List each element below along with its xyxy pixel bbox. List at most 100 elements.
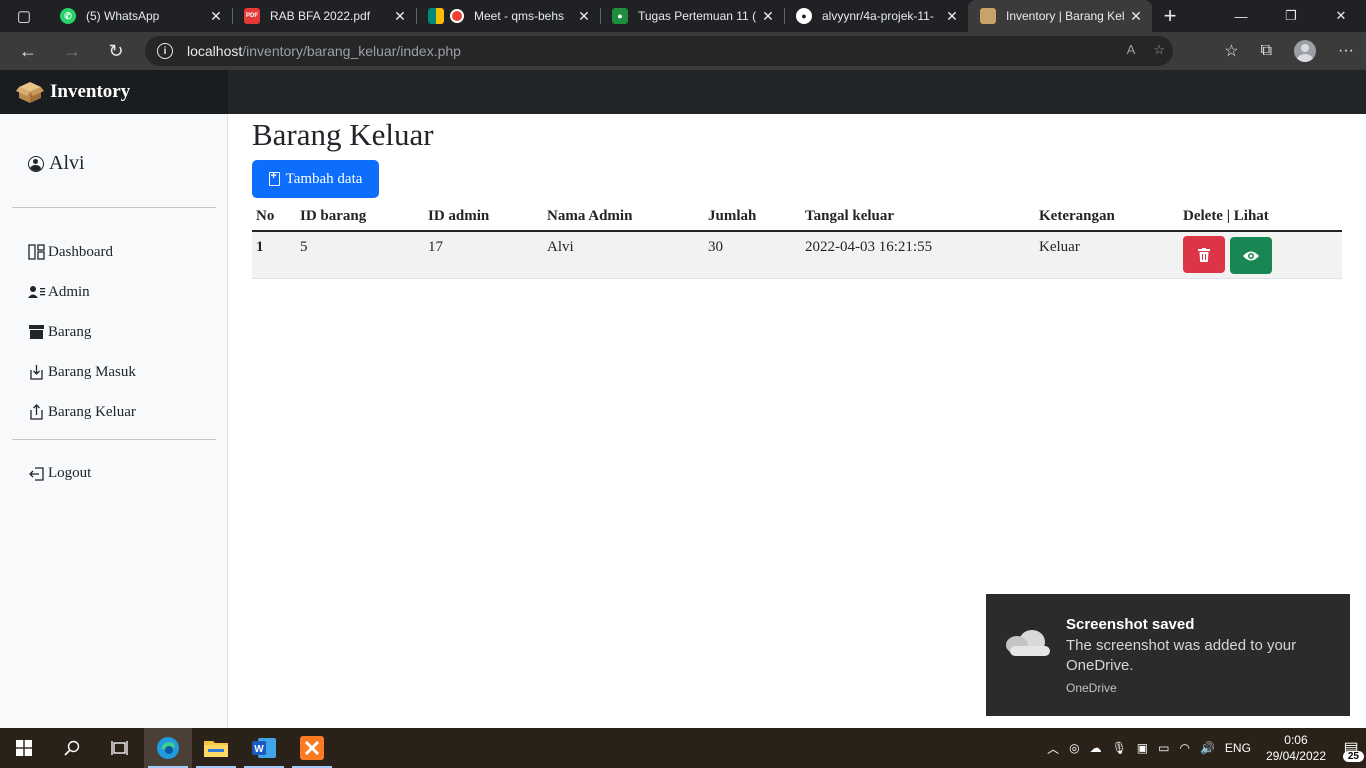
webcam-icon[interactable]: ◎ (1064, 741, 1084, 755)
notification-center-button[interactable]: ▤ 25 (1336, 728, 1366, 768)
task-view-icon (111, 741, 128, 755)
task-view-button[interactable] (96, 728, 144, 768)
barang-keluar-table: No ID barang ID admin Nama Admin Jumlah … (252, 202, 1342, 279)
taskbar-xampp[interactable] (288, 728, 336, 768)
pdf-icon: PDF (244, 8, 260, 24)
read-aloud-icon[interactable]: A (1127, 42, 1136, 58)
cell-actions (1179, 231, 1342, 279)
recording-icon (450, 9, 464, 23)
cell-keterangan: Keluar (1035, 231, 1179, 279)
forward-button[interactable]: → (50, 32, 94, 70)
column-header: Jumlah (704, 202, 801, 232)
clock-time: 0:06 (1284, 733, 1308, 747)
brand-name: Inventory (50, 81, 131, 102)
tab-title: Tugas Pertemuan 11 ( (638, 9, 757, 23)
more-menu-icon[interactable]: ··· (1338, 42, 1354, 60)
microphone-icon[interactable]: 🎙 (1107, 741, 1132, 755)
taskbar-edge[interactable] (144, 728, 192, 768)
column-header: Tangal keluar (801, 202, 1035, 232)
tab-title: RAB BFA 2022.pdf (270, 9, 371, 23)
cell-id-barang: 5 (296, 231, 424, 279)
refresh-button[interactable]: ↻ (94, 32, 138, 70)
dashboard-icon (28, 244, 45, 260)
tab-inventory[interactable]: Inventory | Barang Kel ✕ (968, 0, 1152, 32)
tab-meet[interactable]: Meet - qms-behs ✕ (416, 0, 600, 32)
add-favorite-icon[interactable]: ☆ (1153, 42, 1165, 58)
profile-avatar[interactable] (1294, 40, 1317, 62)
language-indicator[interactable]: ENG (1220, 741, 1256, 755)
start-button[interactable] (0, 728, 48, 768)
close-icon[interactable]: ✕ (760, 8, 776, 25)
close-window-icon[interactable]: ✕ (1316, 0, 1366, 32)
classroom-icon: ● (612, 8, 628, 24)
close-icon[interactable]: ✕ (576, 8, 592, 25)
close-icon[interactable]: ✕ (944, 8, 960, 25)
logout-link[interactable]: Logout (28, 465, 91, 482)
display-icon[interactable]: ▣ (1132, 741, 1153, 755)
svg-text:W: W (254, 744, 264, 755)
clock[interactable]: 0:06 29/04/2022 (1256, 732, 1336, 764)
toast-body: The screenshot was added to your OneDriv… (1066, 637, 1297, 674)
screenshot-toast[interactable]: Screenshot saved The screenshot was adde… (986, 594, 1350, 716)
view-button[interactable] (1229, 237, 1272, 274)
address-bar[interactable]: i localhost/inventory/barang_keluar/inde… (145, 36, 1173, 66)
windows-logo-icon (16, 740, 32, 756)
onedrive-icon[interactable]: ☁ (1085, 741, 1107, 755)
window-controls: — ❐ ✕ (1216, 0, 1366, 32)
tab-pdf[interactable]: PDF RAB BFA 2022.pdf ✕ (232, 0, 416, 32)
url-path: /inventory/barang_keluar/index.php (242, 43, 461, 59)
url-host: localhost (187, 43, 243, 59)
table-header-row: No ID barang ID admin Nama Admin Jumlah … (252, 202, 1342, 232)
restore-icon[interactable]: ❐ (1266, 0, 1316, 32)
back-button[interactable]: ← (6, 32, 50, 70)
collections-icon[interactable]: ⧉ (1261, 42, 1272, 60)
sidebar-item-dashboard[interactable]: Dashboard (28, 232, 136, 272)
windows-taskbar: W ︿ ◎ ☁ 🎙 ▣ ▭ ◠ 🔊 ENG 0:06 29/04/2022 ▤ … (0, 728, 1366, 768)
new-tab-button[interactable]: + (1152, 0, 1188, 32)
tab-title: alvyynr/4a-projek-11- (822, 9, 934, 23)
clock-date: 29/04/2022 (1265, 749, 1326, 763)
battery-icon[interactable]: ▭ (1153, 741, 1174, 755)
sidebar-divider (12, 207, 216, 208)
taskbar-word[interactable]: W (240, 728, 288, 768)
search-icon (64, 740, 80, 756)
tab-actions-icon[interactable]: ▢ (0, 0, 48, 32)
column-header: No (252, 202, 296, 232)
search-button[interactable] (48, 728, 96, 768)
logout-label: Logout (48, 465, 92, 481)
toast-source: OneDrive (1066, 681, 1117, 695)
taskbar-file-explorer[interactable] (192, 728, 240, 768)
user-circle-icon (28, 155, 44, 172)
tab-title: Meet - qms-behs (474, 9, 565, 23)
sidebar-item-barang-keluar[interactable]: Barang Keluar (28, 392, 136, 432)
add-data-label: Tambah data (285, 170, 363, 187)
tab-whatsapp[interactable]: ✆ (5) WhatsApp ✕ (48, 0, 232, 32)
close-icon[interactable]: ✕ (208, 8, 224, 25)
site-info-icon[interactable]: i (157, 43, 173, 59)
wifi-icon[interactable]: ◠ (1174, 741, 1194, 755)
sidebar-item-label: Admin (48, 283, 90, 300)
show-hidden-icons-icon[interactable]: ︿ (1042, 740, 1064, 757)
whatsapp-icon: ✆ (60, 8, 76, 24)
close-icon[interactable]: ✕ (392, 8, 408, 25)
sidebar-item-admin[interactable]: Admin (28, 272, 136, 312)
browser-tab-strip: ▢ ✆ (5) WhatsApp ✕ PDF RAB BFA 2022.pdf … (0, 0, 1366, 32)
delete-button[interactable] (1183, 236, 1225, 273)
brand[interactable]: Inventory (0, 70, 228, 114)
volume-icon[interactable]: 🔊 (1195, 741, 1220, 755)
edge-icon (157, 737, 179, 759)
logout-icon (29, 466, 44, 481)
favorites-icon[interactable]: ☆ (1224, 41, 1238, 61)
close-icon[interactable]: ✕ (1128, 8, 1144, 25)
tab-github[interactable]: ● alvyynr/4a-projek-11- ✕ (784, 0, 968, 32)
sidebar: Alvi Dashboard Admin Barang Barang Masuk… (0, 114, 228, 728)
column-header: Nama Admin (543, 202, 704, 232)
column-header: Keterangan (1035, 202, 1179, 232)
tab-classroom[interactable]: ● Tugas Pertemuan 11 ( ✕ (600, 0, 784, 32)
sidebar-item-barang[interactable]: Barang (28, 312, 136, 352)
sidebar-item-label: Barang Masuk (48, 363, 136, 380)
add-data-button[interactable]: Tambah data (252, 160, 379, 198)
sidebar-item-barang-masuk[interactable]: Barang Masuk (28, 352, 136, 392)
minimize-icon[interactable]: — (1216, 0, 1266, 32)
admin-icon (28, 286, 45, 298)
